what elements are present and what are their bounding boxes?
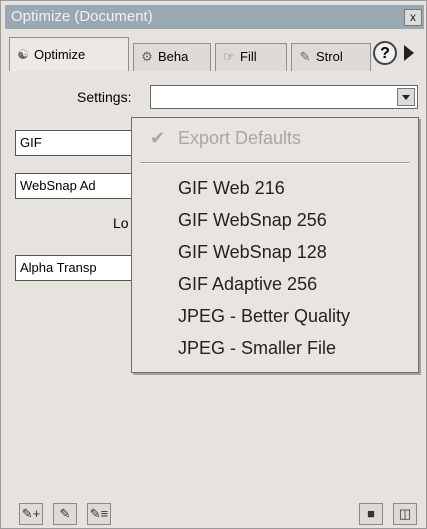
tab-label: Beha	[158, 49, 189, 64]
settings-dropdown[interactable]	[150, 85, 418, 109]
save-icon: ■	[367, 506, 375, 521]
optimize-panel: Optimize (Document) x ☯ Optimize ⚙ Beha ☞ F…	[0, 0, 427, 529]
tab-fill[interactable]: ☞ Fill	[215, 43, 287, 71]
dropdown-arrow-icon[interactable]	[397, 88, 415, 106]
add-color-button[interactable]: ✎+	[19, 503, 43, 525]
snap-color-icon: ✎≡	[89, 506, 109, 521]
fill-icon: ☞	[223, 49, 235, 64]
tab-behaviors[interactable]: ⚙ Beha	[133, 43, 211, 71]
help-button[interactable]: ?	[373, 41, 397, 65]
edit-color-icon: ✎	[59, 506, 71, 521]
window-title: Optimize (Document)	[11, 8, 153, 25]
save-settings-button[interactable]: ■	[359, 503, 383, 525]
tab-bar: ☯ Optimize ⚙ Beha ☞ Fill ✎ Strol ?	[9, 37, 421, 73]
menu-item-gif-web-216[interactable]: GIF Web 216	[178, 178, 285, 199]
tab-label: Optimize	[34, 47, 86, 62]
export-format-field[interactable]: GIF	[15, 130, 133, 156]
delete-settings-button[interactable]: ◫	[393, 503, 417, 525]
menu-item-jpeg-smaller-file[interactable]: JPEG - Smaller File	[178, 338, 336, 359]
settings-label: Settings:	[77, 89, 132, 105]
edit-color-button[interactable]: ✎	[53, 503, 77, 525]
title-bar[interactable]: Optimize (Document) x	[5, 5, 424, 29]
checkmark-icon: ✔	[150, 128, 166, 148]
menu-item-gif-adaptive-256[interactable]: GIF Adaptive 256	[178, 274, 317, 295]
menu-item-export-defaults: Export Defaults	[178, 128, 302, 148]
settings-dropdown-menu: ✔ Export Defaults GIF Web 216 GIF WebSna…	[131, 117, 419, 373]
palette-field[interactable]: WebSnap Ad	[15, 173, 133, 199]
close-button[interactable]: x	[404, 9, 422, 26]
snap-color-button[interactable]: ✎≡	[87, 503, 111, 525]
tab-label: Strol	[316, 49, 343, 64]
menu-item-jpeg-better-quality[interactable]: JPEG - Better Quality	[178, 306, 350, 327]
optimize-icon: ☯	[17, 47, 29, 62]
menu-item-gif-websnap-256[interactable]: GIF WebSnap 256	[178, 210, 327, 231]
stroke-icon: ✎	[299, 49, 311, 64]
trash-icon: ◫	[398, 506, 412, 521]
tab-scroll-right-icon[interactable]	[404, 45, 414, 61]
menu-separator	[140, 162, 410, 164]
tab-label: Fill	[240, 49, 257, 64]
menu-item-gif-websnap-128[interactable]: GIF WebSnap 128	[178, 242, 327, 263]
add-color-icon: ✎+	[21, 506, 41, 521]
loss-label: Lo	[113, 215, 129, 231]
transparency-field[interactable]: Alpha Transp	[15, 255, 133, 281]
behaviors-icon: ⚙	[141, 49, 153, 64]
tab-optimize[interactable]: ☯ Optimize	[9, 37, 129, 71]
tab-stroke[interactable]: ✎ Strol	[291, 43, 371, 71]
